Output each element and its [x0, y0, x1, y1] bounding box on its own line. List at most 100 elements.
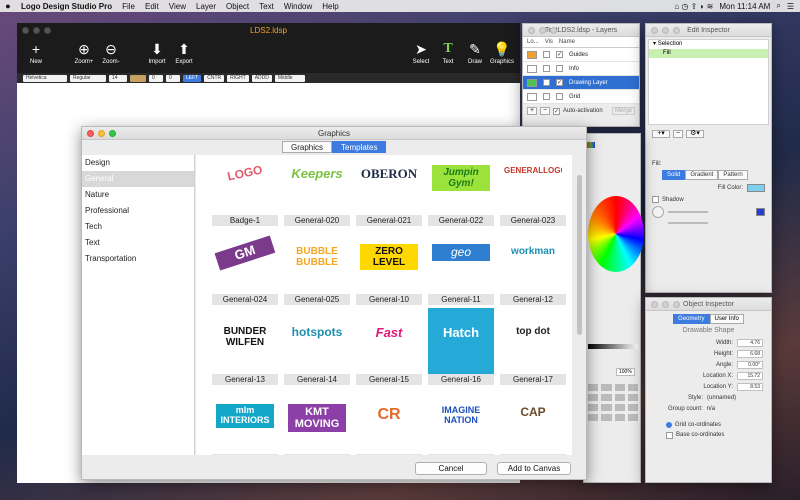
opacity-field[interactable]: 100%	[616, 368, 635, 376]
auto-activation-checkbox[interactable]: ✓	[553, 107, 560, 115]
close-icon[interactable]	[528, 27, 535, 34]
visible-checkbox[interactable]: ✓	[556, 51, 563, 58]
layer-row-grid[interactable]: Grid	[523, 90, 639, 104]
zoom-icon[interactable]	[109, 130, 116, 137]
color-swatches[interactable]	[588, 384, 638, 421]
fill-gradient-tab[interactable]: Gradient	[685, 170, 719, 180]
location-y-field[interactable]: 8.53	[737, 382, 763, 391]
text-tool-button[interactable]: T Text	[433, 39, 463, 65]
fill-solid-tab[interactable]: Solid	[662, 170, 686, 180]
col-name[interactable]: Name	[559, 39, 575, 45]
shadow-checkbox[interactable]	[652, 196, 659, 203]
visible-checkbox[interactable]: ✓	[556, 79, 563, 86]
menu-edit[interactable]: Edit	[140, 2, 164, 11]
add-to-canvas-button[interactable]: Add to Canvas	[497, 462, 571, 475]
align-center-button[interactable]: CNTR	[204, 74, 225, 82]
add-layer-button[interactable]: +	[527, 107, 537, 115]
search-icon[interactable]: ⌕	[776, 1, 780, 11]
line-field[interactable]: 0	[166, 74, 180, 82]
gear-icon[interactable]: ⚙▾	[686, 130, 704, 138]
add-effect-button[interactable]: +▾	[652, 130, 670, 138]
align-left-button[interactable]: LEFT	[183, 74, 202, 82]
category-nature[interactable]: Nature	[82, 187, 194, 203]
spacing-field[interactable]: 0	[149, 74, 163, 82]
menu-layer[interactable]: Layer	[191, 2, 221, 11]
template-tile[interactable]: GM General-024	[212, 228, 278, 305]
category-professional[interactable]: Professional	[82, 203, 194, 219]
category-tech[interactable]: Tech	[82, 219, 194, 235]
template-tile[interactable]: ZERO LEVEL General-10	[356, 228, 422, 305]
brightness-slider[interactable]	[588, 344, 638, 349]
tab-geometry[interactable]: Geometry	[673, 314, 710, 324]
grid-coordinates-option[interactable]: Grid co-ordinates	[646, 420, 771, 430]
valign-select[interactable]: Middle	[274, 74, 305, 82]
graphics-tool-button[interactable]: 💡 Graphics	[487, 39, 517, 65]
lock-checkbox[interactable]	[543, 65, 550, 72]
lock-checkbox[interactable]	[543, 93, 550, 100]
fill-color-well[interactable]	[747, 184, 765, 192]
close-icon[interactable]	[651, 27, 658, 34]
menu-help[interactable]: Help	[317, 2, 343, 11]
lock-checkbox[interactable]	[543, 79, 550, 86]
col-visible[interactable]: Vis	[545, 39, 553, 45]
layer-row-guides[interactable]: ✓ Guides	[523, 48, 639, 62]
lock-checkbox[interactable]	[543, 51, 550, 58]
draw-tool-button[interactable]: ✎ Draw	[460, 39, 490, 65]
base-coordinates-option[interactable]: Base co-ordinates	[646, 430, 771, 440]
zoom-icon[interactable]	[550, 27, 557, 34]
remove-effect-button[interactable]: −	[673, 130, 683, 138]
close-icon[interactable]	[87, 130, 94, 137]
template-scrollbar[interactable]	[577, 175, 582, 335]
minimize-icon[interactable]	[98, 130, 105, 137]
minimize-icon[interactable]	[539, 27, 546, 34]
category-transportation[interactable]: Transportation	[82, 251, 194, 267]
menu-view[interactable]: View	[164, 2, 191, 11]
close-icon[interactable]	[22, 27, 29, 34]
color-wheel[interactable]	[588, 196, 644, 272]
layer-row-info[interactable]: Info	[523, 62, 639, 76]
import-button[interactable]: ⬇ Import	[142, 39, 172, 65]
text-color-swatch[interactable]	[130, 74, 146, 82]
size-field[interactable]: 14	[109, 74, 127, 82]
cancel-button[interactable]: Cancel	[415, 462, 487, 475]
template-tile[interactable]: Hatch General-16	[428, 308, 494, 385]
zoom-icon[interactable]	[673, 27, 680, 34]
tab-templates[interactable]: Templates	[332, 141, 387, 153]
shadow-color-well[interactable]	[756, 208, 765, 216]
template-tile[interactable]: hotspots General-14	[284, 308, 350, 385]
zoom-in-button[interactable]: ⊕ Zoom+	[69, 39, 99, 65]
visible-checkbox[interactable]	[556, 65, 563, 72]
visible-checkbox[interactable]	[556, 93, 563, 100]
template-tile[interactable]: Keepers General-020	[284, 155, 350, 226]
template-tile[interactable]: KMT MOVING General-19	[284, 388, 350, 455]
template-tile[interactable]: CR General-20	[356, 388, 422, 455]
align-justify-button[interactable]: ADDD	[251, 74, 272, 82]
minimize-icon[interactable]	[662, 301, 669, 308]
tab-graphics[interactable]: Graphics	[282, 141, 333, 153]
tab-user-info[interactable]: User Info	[709, 314, 744, 324]
category-text[interactable]: Text	[82, 235, 194, 251]
clock[interactable]: Mon 11:14 AM	[719, 2, 770, 11]
new-button[interactable]: + New	[21, 39, 51, 65]
menu-window[interactable]: Window	[279, 2, 317, 11]
category-design[interactable]: Design	[82, 155, 194, 171]
minimize-icon[interactable]	[33, 27, 40, 34]
height-field[interactable]: 6.68	[737, 349, 763, 358]
layer-row-drawing[interactable]: ✓ Drawing Layer	[523, 76, 639, 90]
template-tile[interactable]: workman General-12	[500, 228, 566, 305]
menu-text[interactable]: Text	[254, 2, 279, 11]
merge-button[interactable]: Merge	[611, 107, 635, 115]
col-lock[interactable]: Lo...	[527, 39, 539, 45]
font-select[interactable]: Helvetica	[23, 74, 67, 82]
width-field[interactable]: 4.76	[737, 338, 763, 347]
template-tile[interactable]: IMAGINE NATION General-21	[428, 388, 494, 455]
style-select[interactable]: Regular	[70, 74, 106, 82]
status-icons[interactable]: ⌂ ◷ ⇪ ◗ ≋	[674, 2, 713, 11]
angle-field[interactable]: 0.00°	[737, 360, 763, 369]
select-tool-button[interactable]: ➤ Select	[406, 39, 436, 65]
menu-object[interactable]: Object	[221, 2, 254, 11]
fill-pattern-tab[interactable]: Pattern	[718, 170, 748, 180]
apple-icon[interactable]: ●	[0, 1, 16, 11]
menu-file[interactable]: File	[117, 2, 140, 11]
location-x-field[interactable]: 15.72	[737, 371, 763, 380]
